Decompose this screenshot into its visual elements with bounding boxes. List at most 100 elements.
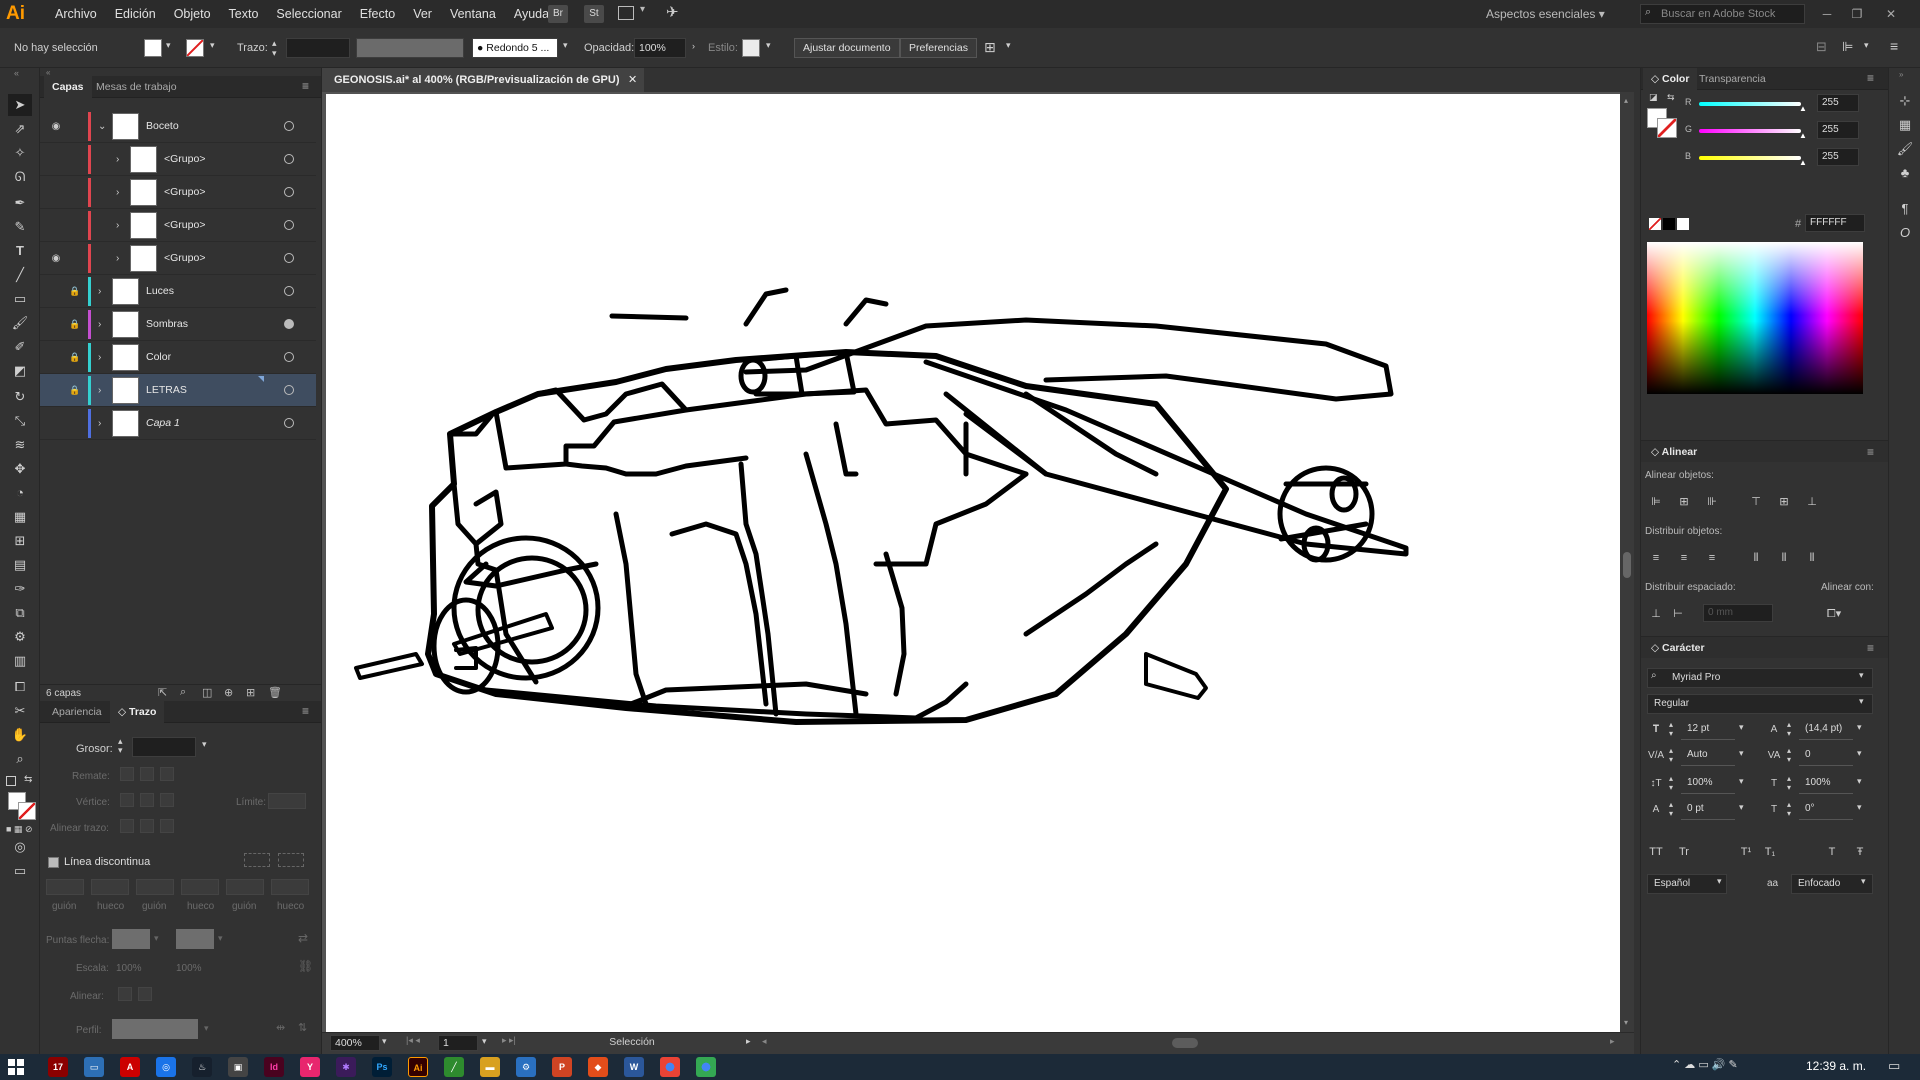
gpu-performance-icon[interactable]: ✈: [666, 3, 679, 21]
chevron-down-icon[interactable]: ▾: [154, 933, 159, 944]
layer-row[interactable]: ◉ ⌄ Boceto: [40, 110, 316, 143]
tab-appearance[interactable]: Apariencia: [44, 701, 110, 723]
channel-value-field[interactable]: 255: [1817, 121, 1859, 139]
type-tool-icon[interactable]: T: [8, 240, 32, 262]
arrow-align-end-icon[interactable]: [138, 987, 152, 1001]
layer-name[interactable]: Capa 1: [146, 407, 180, 440]
hamburger-menu-icon[interactable]: ≡: [1890, 38, 1898, 54]
stepper-icon[interactable]: ▴ ▾: [1669, 800, 1673, 818]
paintbrush-icon[interactable]: 🖌: [8, 312, 32, 334]
dash-field[interactable]: [181, 879, 219, 895]
chevron-down-icon[interactable]: ▾: [1857, 776, 1862, 787]
hex-field[interactable]: FFFFFF: [1805, 214, 1865, 232]
chevron-down-icon[interactable]: ▾: [1739, 776, 1744, 787]
app-icon[interactable]: ◎: [156, 1057, 176, 1077]
align-left-icon[interactable]: ⊫: [1647, 494, 1665, 510]
menu-item-6[interactable]: Ver: [404, 0, 441, 28]
artboard[interactable]: [326, 94, 1623, 1032]
chevron-down-icon[interactable]: ▾: [1857, 802, 1862, 813]
dash-field[interactable]: [46, 879, 84, 895]
opentype-icon[interactable]: O: [1893, 222, 1917, 244]
curvature-tool-icon[interactable]: ✎: [8, 216, 32, 238]
graphic-style-swatch[interactable]: [742, 39, 760, 57]
drawing-mode-icon[interactable]: ◎: [8, 836, 32, 858]
chevron-right-icon[interactable]: ›: [98, 374, 101, 407]
slider-handle-icon[interactable]: ▲: [1799, 158, 1807, 167]
arrange-panels-icon[interactable]: ⊟: [1816, 39, 1827, 55]
notifications-icon[interactable]: ▭: [1888, 1058, 1900, 1074]
chevron-right-icon[interactable]: ›: [98, 275, 101, 308]
rectangle-tool-icon[interactable]: ▭: [8, 288, 32, 310]
lock-icon[interactable]: 🔒: [68, 341, 82, 374]
layer-row[interactable]: ◉ › <Grupo>: [40, 242, 316, 275]
slider-handle-icon[interactable]: ▲: [1799, 104, 1807, 113]
stepper-icon[interactable]: ▴ ▾: [1669, 746, 1673, 764]
miter-join-icon[interactable]: [120, 793, 134, 807]
app-icon[interactable]: ╱: [444, 1057, 464, 1077]
chevron-right-icon[interactable]: ›: [98, 341, 101, 374]
screen-mode-icon[interactable]: ▭: [8, 860, 32, 882]
layer-row[interactable]: 🔒 › Sombras: [40, 308, 316, 341]
layer-row[interactable]: 🔒 › Luces: [40, 275, 316, 308]
arrow-align-tip-icon[interactable]: [118, 987, 132, 1001]
dist-bottom-icon[interactable]: ≡: [1703, 550, 1721, 566]
collapse-toolbar-icon[interactable]: «: [14, 68, 19, 78]
chevron-down-icon[interactable]: ▾: [210, 40, 215, 51]
channel-value-field[interactable]: 255: [1817, 148, 1859, 166]
word-icon[interactable]: W: [624, 1057, 644, 1077]
magic-wand-icon[interactable]: ✧: [8, 142, 32, 164]
chevron-down-icon[interactable]: ▾: [1006, 40, 1011, 51]
warp-tool-icon[interactable]: ≋: [8, 434, 32, 456]
layer-row[interactable]: › Capa 1: [40, 407, 316, 440]
flip-horizontal-icon[interactable]: ⇹: [276, 1021, 285, 1034]
eraser-icon[interactable]: ◩: [8, 360, 32, 382]
menu-item-1[interactable]: Edición: [106, 0, 165, 28]
layer-name[interactable]: <Grupo>: [164, 209, 205, 242]
app-icon[interactable]: ◆: [588, 1057, 608, 1077]
scroll-down-icon[interactable]: ▾: [1624, 1018, 1628, 1027]
app-icon[interactable]: ⚙: [516, 1057, 536, 1077]
gradient-tool-icon[interactable]: ▤: [8, 554, 32, 576]
close-icon[interactable]: ✕: [1876, 0, 1906, 28]
dashed-line-checkbox[interactable]: [48, 857, 59, 868]
tray-icons[interactable]: ⌃ ☁ ▭ 🔊 ✎: [1672, 1058, 1738, 1071]
panel-menu-icon[interactable]: ≡: [1867, 441, 1874, 463]
panel-menu-icon[interactable]: ≡: [302, 79, 309, 93]
ship-line-art[interactable]: [326, 94, 1623, 1032]
dist-top-icon[interactable]: ≡: [1647, 550, 1665, 566]
layer-name[interactable]: Sombras: [146, 308, 188, 341]
channel-slider[interactable]: [1699, 102, 1801, 106]
case-button[interactable]: TT: [1647, 844, 1665, 860]
artboard-number-field[interactable]: 1: [438, 1035, 478, 1051]
menu-item-5[interactable]: Efecto: [351, 0, 404, 28]
blend-tool-icon[interactable]: ⧉: [8, 602, 32, 624]
expand-dock-icon[interactable]: »: [1899, 70, 1903, 79]
stock-button[interactable]: St: [584, 5, 604, 23]
end-arrowhead-dropdown[interactable]: [176, 929, 214, 949]
align-outside-icon[interactable]: [160, 819, 174, 833]
distribute-horizontal-space-icon[interactable]: ⊢: [1669, 606, 1687, 622]
symbol-sprayer-icon[interactable]: ⚙: [8, 626, 32, 648]
menu-item-0[interactable]: Archivo: [46, 0, 106, 28]
layer-name[interactable]: <Grupo>: [164, 143, 205, 176]
black-swatch[interactable]: [1663, 218, 1675, 230]
locate-object-icon[interactable]: ⌕: [180, 686, 186, 699]
color-guide-icon[interactable]: ⊹: [1893, 90, 1917, 112]
limit-field[interactable]: [268, 793, 306, 809]
target-icon[interactable]: [284, 220, 294, 230]
panel-menu-icon[interactable]: ≡: [1867, 71, 1874, 85]
horizontal-scroll-thumb[interactable]: [1172, 1038, 1198, 1048]
new-sublayer-icon[interactable]: ⊕: [224, 686, 233, 699]
chevron-right-icon[interactable]: ›: [98, 308, 101, 341]
app-icon[interactable]: Y: [300, 1057, 320, 1077]
round-join-icon[interactable]: [140, 793, 154, 807]
channel-slider[interactable]: [1699, 129, 1801, 133]
arrange-documents-icon[interactable]: [618, 6, 634, 20]
stepper-icon[interactable]: ▴ ▾: [1669, 774, 1673, 792]
align-right-icon[interactable]: ⊪: [1703, 494, 1721, 510]
stepper-icon[interactable]: ▴ ▾: [118, 737, 123, 755]
character-panel-header[interactable]: ◇ Carácter ≡: [1641, 636, 1889, 658]
channel-slider[interactable]: [1699, 156, 1801, 160]
panel-menu-icon[interactable]: ≡: [1867, 637, 1874, 659]
brushes-icon[interactable]: 🖌: [1893, 138, 1917, 160]
